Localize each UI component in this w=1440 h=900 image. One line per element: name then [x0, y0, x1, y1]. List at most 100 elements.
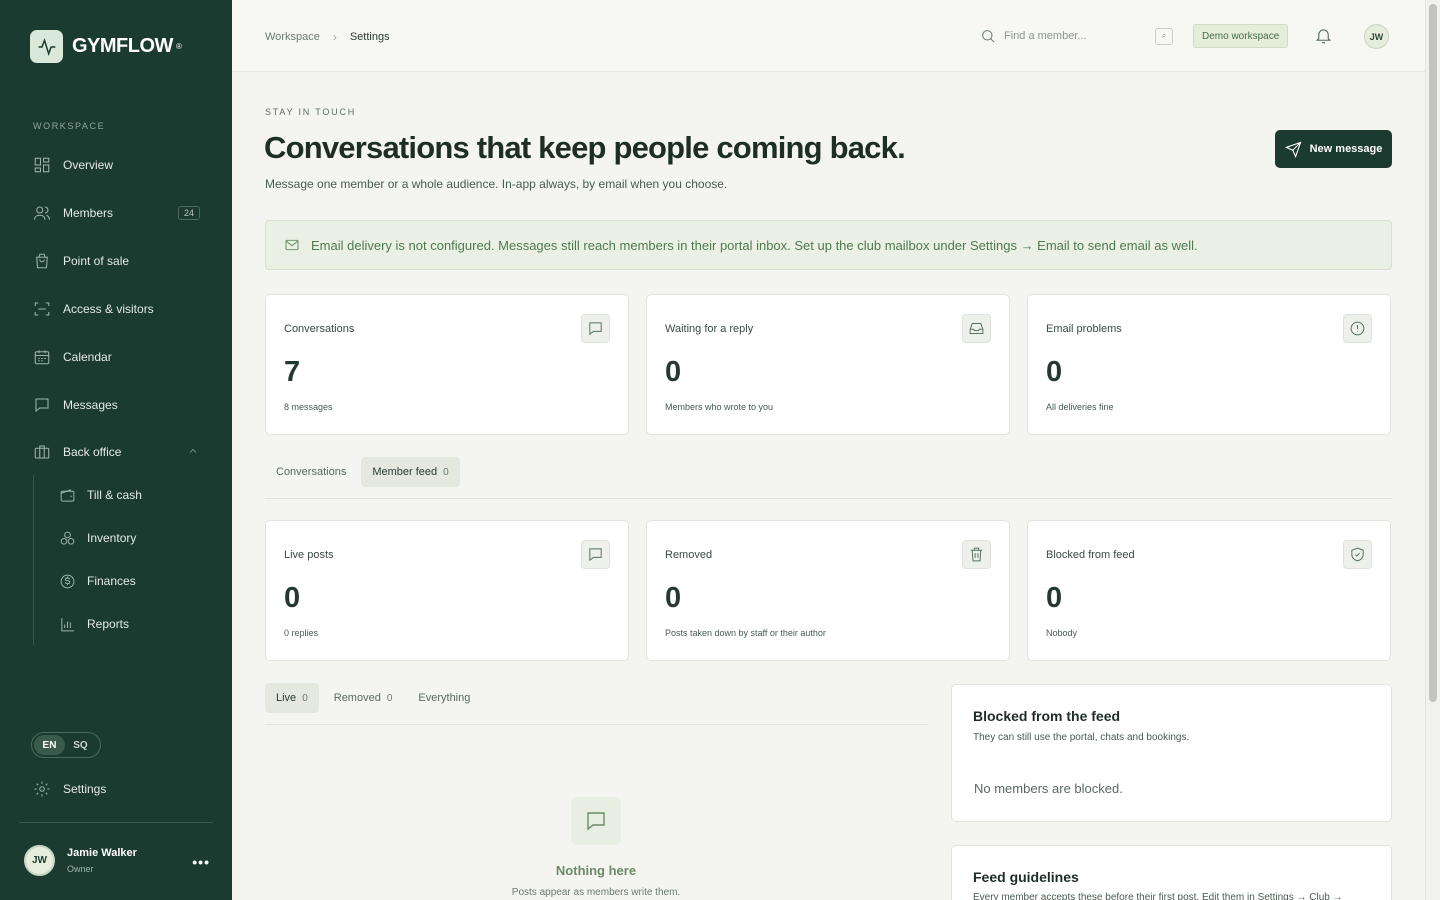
message-icon	[571, 797, 621, 845]
tab-conversations[interactable]: Conversations	[265, 457, 357, 487]
stat-subtext: Members who wrote to you	[665, 402, 774, 412]
stat-card-conversations: Conversations 7 8 messages	[265, 294, 629, 435]
email-config-alert: Email delivery is not configured. Messag…	[265, 220, 1392, 270]
current-user[interactable]: JW Jamie Walker Owner •••	[24, 845, 214, 876]
stat-subtext: Nobody	[1046, 628, 1078, 638]
stat-label: Email problems	[1046, 323, 1122, 335]
sidebar-item-label: Settings	[63, 782, 107, 796]
briefcase-icon	[34, 445, 50, 459]
page-subtitle: Message one member or a whole audience. …	[265, 177, 728, 191]
send-icon	[1284, 141, 1302, 158]
avatar[interactable]: JW	[1364, 24, 1389, 49]
topbar: Workspace › Settings Find a member... ⌕ …	[232, 0, 1425, 72]
sidebar-item-label: Back office	[63, 445, 122, 459]
stat-label: Blocked from feed	[1046, 549, 1135, 561]
more-options-icon[interactable]: •••	[192, 854, 210, 870]
language-option-en[interactable]: EN	[34, 735, 65, 755]
sidebar-item-settings[interactable]: Settings	[33, 777, 203, 801]
blocked-members-panel: Blocked from the feed They can still use…	[951, 684, 1392, 822]
brand-name: GYMFLOW	[72, 35, 173, 57]
language-switcher: EN SQ	[31, 732, 101, 758]
calendar-icon	[34, 350, 50, 365]
workspace-badge[interactable]: Demo workspace	[1193, 24, 1289, 48]
breadcrumb: Workspace › Settings	[265, 30, 390, 44]
empty-state-subtitle: Posts appear as members write them.	[511, 887, 681, 898]
vertical-scrollbar[interactable]	[1425, 0, 1440, 900]
search-shortcut-key: ⌕	[1155, 27, 1173, 45]
bar-chart-icon	[61, 617, 74, 631]
feed-filter-tabs: Live 0 Removed 0 Everything	[265, 683, 485, 713]
member-search[interactable]: Find a member... ⌕	[980, 27, 1173, 45]
breadcrumb-workspace[interactable]: Workspace	[265, 31, 320, 43]
gear-icon	[34, 781, 50, 797]
tab-label: Everything	[418, 692, 471, 704]
stat-card-blocked: Blocked from feed 0 Nobody	[1027, 520, 1391, 661]
sidebar-item-label: Overview	[63, 158, 114, 172]
bag-icon	[36, 253, 48, 269]
scrollbar-thumb[interactable]	[1429, 4, 1437, 702]
stat-subtext: 8 messages	[284, 402, 333, 412]
sidebar-subitem-finances[interactable]: Finances	[59, 570, 136, 592]
sidebar-item-label: Members	[63, 206, 114, 220]
language-option-sq[interactable]: SQ	[65, 735, 96, 755]
message-icon	[581, 540, 610, 569]
stat-label: Waiting for a reply	[665, 323, 754, 335]
stat-value: 7	[284, 356, 301, 388]
tab-label: Removed	[333, 692, 381, 704]
search-input[interactable]: Find a member...	[1004, 30, 1087, 42]
section-eyebrow: STAY IN TOUCH	[265, 107, 357, 117]
tab-member-feed[interactable]: Member feed 0	[361, 457, 460, 487]
sidebar-item-label: Point of sale	[63, 254, 130, 268]
sidebar-subitem-label: Inventory	[87, 531, 137, 545]
tab-label: Member feed	[372, 466, 438, 478]
panel-empty-text: No members are blocked.	[974, 781, 1123, 796]
stat-subtext: 0 replies	[284, 628, 319, 638]
submenu-guide-line	[33, 475, 34, 645]
sidebar-subitem-reports[interactable]: Reports	[59, 613, 129, 635]
bell-icon[interactable]	[1314, 26, 1333, 50]
users-icon	[33, 206, 51, 220]
sidebar-subitem-label: Reports	[87, 617, 130, 631]
scan-icon	[34, 302, 50, 316]
sidebar-item-messages[interactable]: Messages	[33, 393, 203, 417]
tab-live[interactable]: Live 0	[265, 683, 319, 713]
tabs-divider	[265, 498, 1392, 499]
panel-title: Blocked from the feed	[973, 708, 1121, 724]
sidebar-divider	[19, 822, 213, 823]
tab-label: Conversations	[276, 466, 347, 478]
shield-check-icon	[1343, 540, 1372, 569]
workspace-section-label: WORKSPACE	[33, 121, 106, 131]
sidebar-item-members[interactable]: Members 24	[33, 201, 203, 225]
tab-count: 0	[386, 692, 393, 704]
sidebar: GYMFLOW ® WORKSPACE Overview Members 24 …	[0, 0, 232, 900]
tab-count: 0	[302, 692, 308, 704]
sidebar-subitem-till-cash[interactable]: Till & cash	[59, 484, 142, 506]
sidebar-subitem-label: Finances	[87, 574, 136, 588]
tab-removed[interactable]: Removed 0	[323, 683, 404, 713]
stat-card-live-posts: Live posts 0 0 replies	[265, 520, 629, 661]
chevron-up-icon[interactable]	[187, 445, 199, 460]
stat-value: 0	[1046, 356, 1063, 388]
wallet-icon	[60, 488, 75, 502]
chevron-right-icon: ›	[332, 30, 337, 44]
sidebar-item-overview[interactable]: Overview	[33, 153, 203, 177]
brand-logo[interactable]: GYMFLOW ®	[30, 30, 182, 63]
tab-everything[interactable]: Everything	[407, 683, 481, 713]
sidebar-item-label: Calendar	[63, 350, 112, 364]
user-name: Jamie Walker	[67, 847, 137, 859]
stat-card-removed: Removed 0 Posts taken down by staff or t…	[646, 520, 1010, 661]
alert-circle-icon	[1343, 314, 1372, 343]
sidebar-subitem-inventory[interactable]: Inventory	[59, 527, 136, 549]
new-message-button[interactable]: New message	[1275, 130, 1392, 168]
stat-card-waiting-reply: Waiting for a reply 0 Members who wrote …	[646, 294, 1010, 435]
panel-title: Feed guidelines	[973, 869, 1079, 885]
sidebar-item-calendar[interactable]: Calendar	[33, 345, 203, 369]
message-icon	[35, 398, 49, 413]
sidebar-item-access-visitors[interactable]: Access & visitors	[33, 297, 203, 321]
panel-subtitle: They can still use the portal, chats and…	[973, 732, 1190, 743]
panel-subtitle: Every member accepts these before their …	[973, 892, 1343, 900]
sidebar-item-back-office[interactable]: Back office	[33, 440, 203, 464]
stat-subtext: Posts taken down by staff or their autho…	[665, 628, 826, 638]
sidebar-item-point-of-sale[interactable]: Point of sale	[33, 249, 203, 273]
stat-value: 0	[284, 582, 301, 614]
